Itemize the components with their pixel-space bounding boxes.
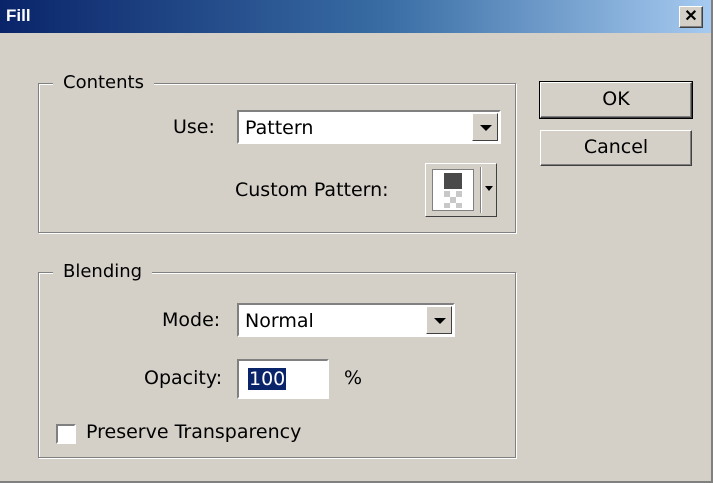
ok-button[interactable]: OK — [539, 81, 693, 119]
opacity-label: Opacity: — [144, 367, 223, 389]
use-select[interactable]: Pattern — [237, 110, 501, 144]
use-select-dropdown-button[interactable] — [472, 113, 498, 141]
mode-select-dropdown-button[interactable] — [426, 306, 452, 334]
chevron-down-icon — [485, 186, 493, 191]
opacity-unit: % — [344, 367, 363, 389]
custom-pattern-label: Custom Pattern: — [235, 179, 389, 201]
use-select-value: Pattern — [245, 117, 314, 139]
opacity-input[interactable]: 100 — [237, 359, 329, 399]
close-icon: ✕ — [684, 8, 698, 25]
close-button[interactable]: ✕ — [679, 6, 703, 28]
title-bar[interactable]: Fill ✕ — [0, 0, 711, 33]
window-title: Fill — [6, 6, 31, 25]
fill-dialog: Fill ✕ Contents Use: Pattern Custom Patt… — [0, 0, 713, 483]
picker-separator — [480, 167, 481, 213]
pattern-swatch-icon — [432, 169, 474, 211]
opacity-input-value: 100 — [248, 368, 287, 390]
mode-select[interactable]: Normal — [237, 303, 455, 337]
preserve-transparency-checkbox[interactable] — [56, 424, 76, 444]
preserve-transparency-label[interactable]: Preserve Transparency — [86, 421, 301, 443]
contents-legend: Contents — [53, 72, 154, 93]
cancel-button[interactable]: Cancel — [540, 130, 692, 166]
chevron-down-icon — [434, 318, 446, 324]
mode-select-value: Normal — [245, 310, 314, 332]
blending-legend: Blending — [53, 261, 153, 282]
mode-label: Mode: — [162, 309, 221, 331]
chevron-down-icon — [480, 125, 492, 131]
custom-pattern-picker[interactable] — [425, 163, 497, 217]
use-label: Use: — [173, 116, 215, 138]
